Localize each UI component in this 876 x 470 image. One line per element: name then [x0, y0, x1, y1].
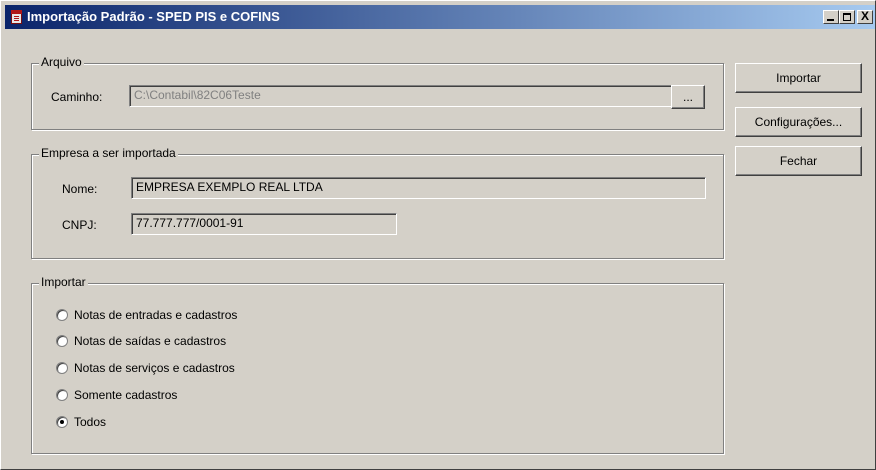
importar-legend: Importar: [39, 275, 88, 289]
dialog-window: Importação Padrão - SPED PIS e COFINS X …: [0, 0, 876, 470]
nome-label: Nome:: [62, 182, 98, 196]
arquivo-legend: Arquivo: [39, 55, 84, 69]
minimize-button[interactable]: [823, 10, 839, 24]
browse-button[interactable]: ...: [671, 85, 705, 109]
importar-button[interactable]: Importar: [735, 63, 862, 93]
radio-label: Notas de saídas e cadastros: [74, 334, 227, 348]
cnpj-field: 77.777.777/0001-91: [131, 213, 397, 235]
radio-label: Todos: [74, 415, 107, 429]
document-icon: [11, 10, 22, 24]
maximize-button[interactable]: [839, 10, 855, 24]
radio-label: Notas de entradas e cadastros: [74, 308, 238, 322]
empresa-legend: Empresa a ser importada: [39, 146, 178, 160]
cnpj-label: CNPJ:: [62, 218, 97, 232]
radio-label: Notas de serviços e cadastros: [74, 361, 235, 375]
caminho-field[interactable]: C:\Contabil\82C06Teste: [129, 85, 687, 107]
empresa-group: Empresa a ser importada Nome: EMPRESA EX…: [31, 146, 724, 259]
configuracoes-button[interactable]: Configurações...: [735, 107, 862, 137]
radio-indicator[interactable]: [56, 389, 68, 401]
fechar-button[interactable]: Fechar: [735, 146, 862, 176]
close-button[interactable]: X: [857, 10, 873, 24]
arquivo-group: Arquivo Caminho: C:\Contabil\82C06Teste …: [31, 55, 724, 130]
radio-indicator[interactable]: [56, 362, 68, 374]
caminho-label: Caminho:: [51, 90, 103, 104]
radio-label: Somente cadastros: [74, 388, 178, 402]
nome-field: EMPRESA EXEMPLO REAL LTDA: [131, 177, 706, 199]
title-bar[interactable]: Importação Padrão - SPED PIS e COFINS X: [5, 5, 875, 29]
radio-indicator[interactable]: [56, 309, 68, 321]
importar-group: Importar Notas de entradas e cadastros N…: [31, 275, 724, 454]
close-icon: X: [860, 9, 869, 23]
radio-indicator[interactable]: [56, 416, 68, 428]
window-title: Importação Padrão - SPED PIS e COFINS: [27, 9, 280, 24]
radio-indicator[interactable]: [56, 335, 68, 347]
